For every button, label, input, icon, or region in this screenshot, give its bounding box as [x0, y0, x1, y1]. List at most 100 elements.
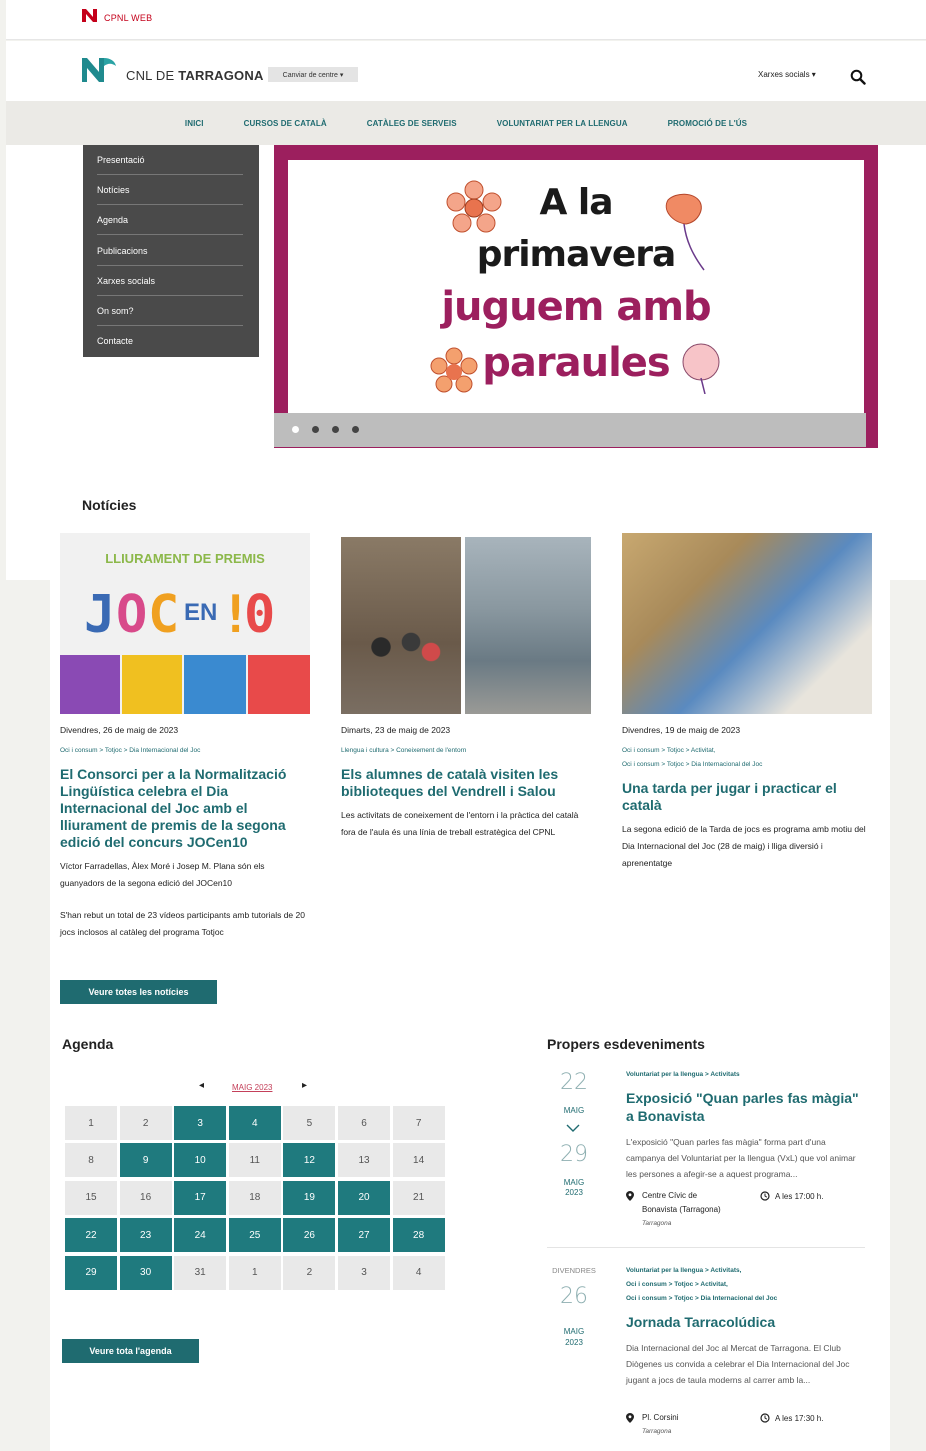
nav-promocio[interactable]: PROMOCIÓ DE L'ÚS: [648, 119, 768, 128]
side-item-presentacio[interactable]: Presentació: [97, 145, 243, 175]
calendar-day: 13: [338, 1143, 390, 1178]
search-icon[interactable]: [850, 69, 866, 85]
event-2-tags-1[interactable]: Voluntariat per la llengua > Activitats,: [626, 1264, 741, 1278]
side-item-contacte[interactable]: Contacte: [97, 326, 243, 356]
carousel-dot-4[interactable]: [352, 426, 359, 433]
calendar-day[interactable]: 27: [338, 1218, 390, 1253]
event-1-title[interactable]: Exposició "Quan parles fas màgia" a Bona…: [626, 1089, 866, 1125]
calendar-grid: 1 2 3 4 5 6 7 8 9 10 11 12 13 14 15 16 17 18 19 20 21 22 23 24 2…: [65, 1106, 445, 1290]
event-1-place-2: Bonavista (Tarragona): [642, 1205, 721, 1214]
event-2-weekday: DIVENDRES: [552, 1266, 596, 1275]
calendar-day[interactable]: 20: [338, 1180, 390, 1215]
nav-voluntariat[interactable]: VOLUNTARIAT PER LA LLENGUA: [477, 119, 648, 128]
news-tags-3b[interactable]: Oci i consum > Totjoc > Dia Internaciona…: [622, 758, 762, 772]
calendar-day: 1: [228, 1255, 281, 1290]
calendar-day: 6: [338, 1106, 390, 1140]
event-1-start-month: MAIG: [563, 1106, 585, 1115]
news-date-3: Divendres, 19 de maig de 2023: [622, 725, 741, 735]
news-image-1[interactable]: LLIURAMENT DE PREMIS J O C EN ! 0: [60, 533, 310, 714]
calendar-day[interactable]: 4: [228, 1106, 281, 1140]
nav-cursos[interactable]: CURSOS DE CATALÀ: [224, 119, 347, 128]
social-networks-dropdown[interactable]: Xarxes socials ▾: [758, 70, 816, 79]
nav-inici[interactable]: INICI: [165, 119, 224, 128]
carousel-dot-2[interactable]: [312, 426, 319, 433]
calendar-day[interactable]: 9: [119, 1143, 172, 1178]
nav-cataleg[interactable]: CATÀLEG DE SERVEIS: [347, 119, 477, 128]
side-item-publicacions[interactable]: Publicacions: [97, 236, 243, 266]
carousel-dot-3[interactable]: [332, 426, 339, 433]
blossom-icon: [682, 343, 720, 394]
news-heading: Notícies: [82, 497, 137, 513]
top-bar: CPNL WEB: [6, 0, 926, 40]
banner-slide[interactable]: A la primavera juguem amb paraules: [288, 160, 864, 413]
calendar-day[interactable]: 24: [174, 1218, 227, 1253]
event-1-tags[interactable]: Voluntariat per la llengua > Activitats: [626, 1068, 740, 1082]
calendar-month[interactable]: MAIG 2023: [232, 1083, 272, 1092]
calendar-day: 11: [228, 1143, 281, 1178]
calendar-day: 8: [65, 1143, 117, 1178]
flower-icon: [446, 180, 502, 233]
clock-icon: [760, 1191, 770, 1201]
carousel-dots: [274, 413, 866, 447]
news-title-3[interactable]: Una tarda per jugar i practicar el catal…: [622, 780, 872, 814]
flower-icon-2: [430, 347, 478, 393]
all-news-button[interactable]: Veure totes les notícies: [60, 980, 217, 1004]
calendar-day[interactable]: 25: [228, 1218, 281, 1253]
calendar-day: 15: [65, 1180, 117, 1215]
cnl-logo-icon[interactable]: [82, 56, 116, 82]
event-2-year: 2023: [565, 1338, 583, 1347]
event-1-body: L'exposició "Quan parles fas màgia" form…: [626, 1137, 856, 1179]
carousel-dot-1[interactable]: [292, 426, 299, 433]
calendar-day[interactable]: 23: [119, 1218, 172, 1253]
news-body-1b: S'han rebut un total de 23 vídeos partic…: [60, 910, 305, 937]
banner-line-4: paraules: [482, 340, 670, 386]
side-item-on-som[interactable]: On som?: [97, 296, 243, 326]
news-tags-1[interactable]: Oci i consum > Totjoc > Dia Internaciona…: [60, 744, 200, 758]
news-date-2: Dimarts, 23 de maig de 2023: [341, 725, 451, 735]
next-month-icon[interactable]: ▸: [302, 1080, 307, 1091]
news-title-2[interactable]: Els alumnes de català visiten les biblio…: [341, 766, 591, 800]
calendar-day[interactable]: 3: [174, 1106, 227, 1140]
site-title[interactable]: CNL DE TARRAGONA: [126, 68, 264, 83]
event-1-end-day: 29: [560, 1142, 588, 1167]
event-2-tags-3[interactable]: Oci i consum > Totjoc > Dia Internaciona…: [626, 1292, 777, 1306]
calendar-day: 7: [392, 1106, 445, 1140]
news-tags-2[interactable]: Llengua i cultura > Coneixement de l'ent…: [341, 744, 466, 758]
cpnl-web-link[interactable]: CPNL WEB: [104, 13, 152, 23]
jocen10-logo: J O C EN ! 0: [84, 585, 276, 645]
calendar-day[interactable]: 22: [65, 1218, 117, 1253]
event-2-tags-2[interactable]: Oci i consum > Totjoc > Activitat,: [626, 1278, 728, 1292]
cpnl-logo-icon[interactable]: [82, 9, 100, 22]
event-2-body: Dia Internacional del Joc al Mercat de T…: [626, 1343, 850, 1385]
calendar-day[interactable]: 29: [65, 1255, 117, 1290]
change-centre-button[interactable]: Canviar de centre ▾: [268, 67, 358, 82]
news-title-1[interactable]: El Consorci per a la Normalització Lingü…: [60, 766, 310, 851]
event-1-city: Tarragona: [642, 1220, 672, 1227]
news-tags-3a[interactable]: Oci i consum > Totjoc > Activitat,: [622, 744, 715, 758]
event-1-start-day: 22: [560, 1070, 588, 1095]
calendar-day[interactable]: 26: [283, 1218, 336, 1253]
banner-line-1: A la: [539, 182, 613, 223]
all-agenda-button[interactable]: Veure tota l'agenda: [62, 1339, 199, 1363]
tulip-icon: [665, 193, 705, 271]
events-heading: Propers esdeveniments: [547, 1036, 705, 1052]
side-item-agenda[interactable]: Agenda: [97, 205, 243, 235]
calendar-day[interactable]: 30: [119, 1255, 172, 1290]
calendar-day[interactable]: 17: [174, 1180, 227, 1215]
event-1-time: A les 17:00 h.: [775, 1192, 824, 1201]
news-image-3[interactable]: [622, 533, 872, 714]
calendar-day[interactable]: 19: [283, 1180, 336, 1215]
calendar-day[interactable]: 10: [174, 1143, 227, 1178]
event-2-day: 26: [560, 1284, 588, 1309]
calendar-day: 2: [119, 1106, 172, 1140]
event-2-title[interactable]: Jornada Tarracolúdica: [626, 1313, 866, 1331]
news-image-2[interactable]: [341, 537, 591, 714]
side-item-xarxes[interactable]: Xarxes socials: [97, 266, 243, 296]
news-body-3: La segona edició de la Tarda de jocs es …: [622, 824, 866, 868]
calendar-day[interactable]: 12: [283, 1143, 336, 1178]
calendar-day: 18: [228, 1180, 281, 1215]
calendar-day[interactable]: 28: [392, 1218, 445, 1253]
prev-month-icon[interactable]: ◂: [199, 1080, 204, 1091]
side-item-noticies[interactable]: Notícies: [97, 175, 243, 205]
news-body-1a: Víctor Farradellas, Àlex Moré i Josep M.…: [60, 861, 265, 888]
